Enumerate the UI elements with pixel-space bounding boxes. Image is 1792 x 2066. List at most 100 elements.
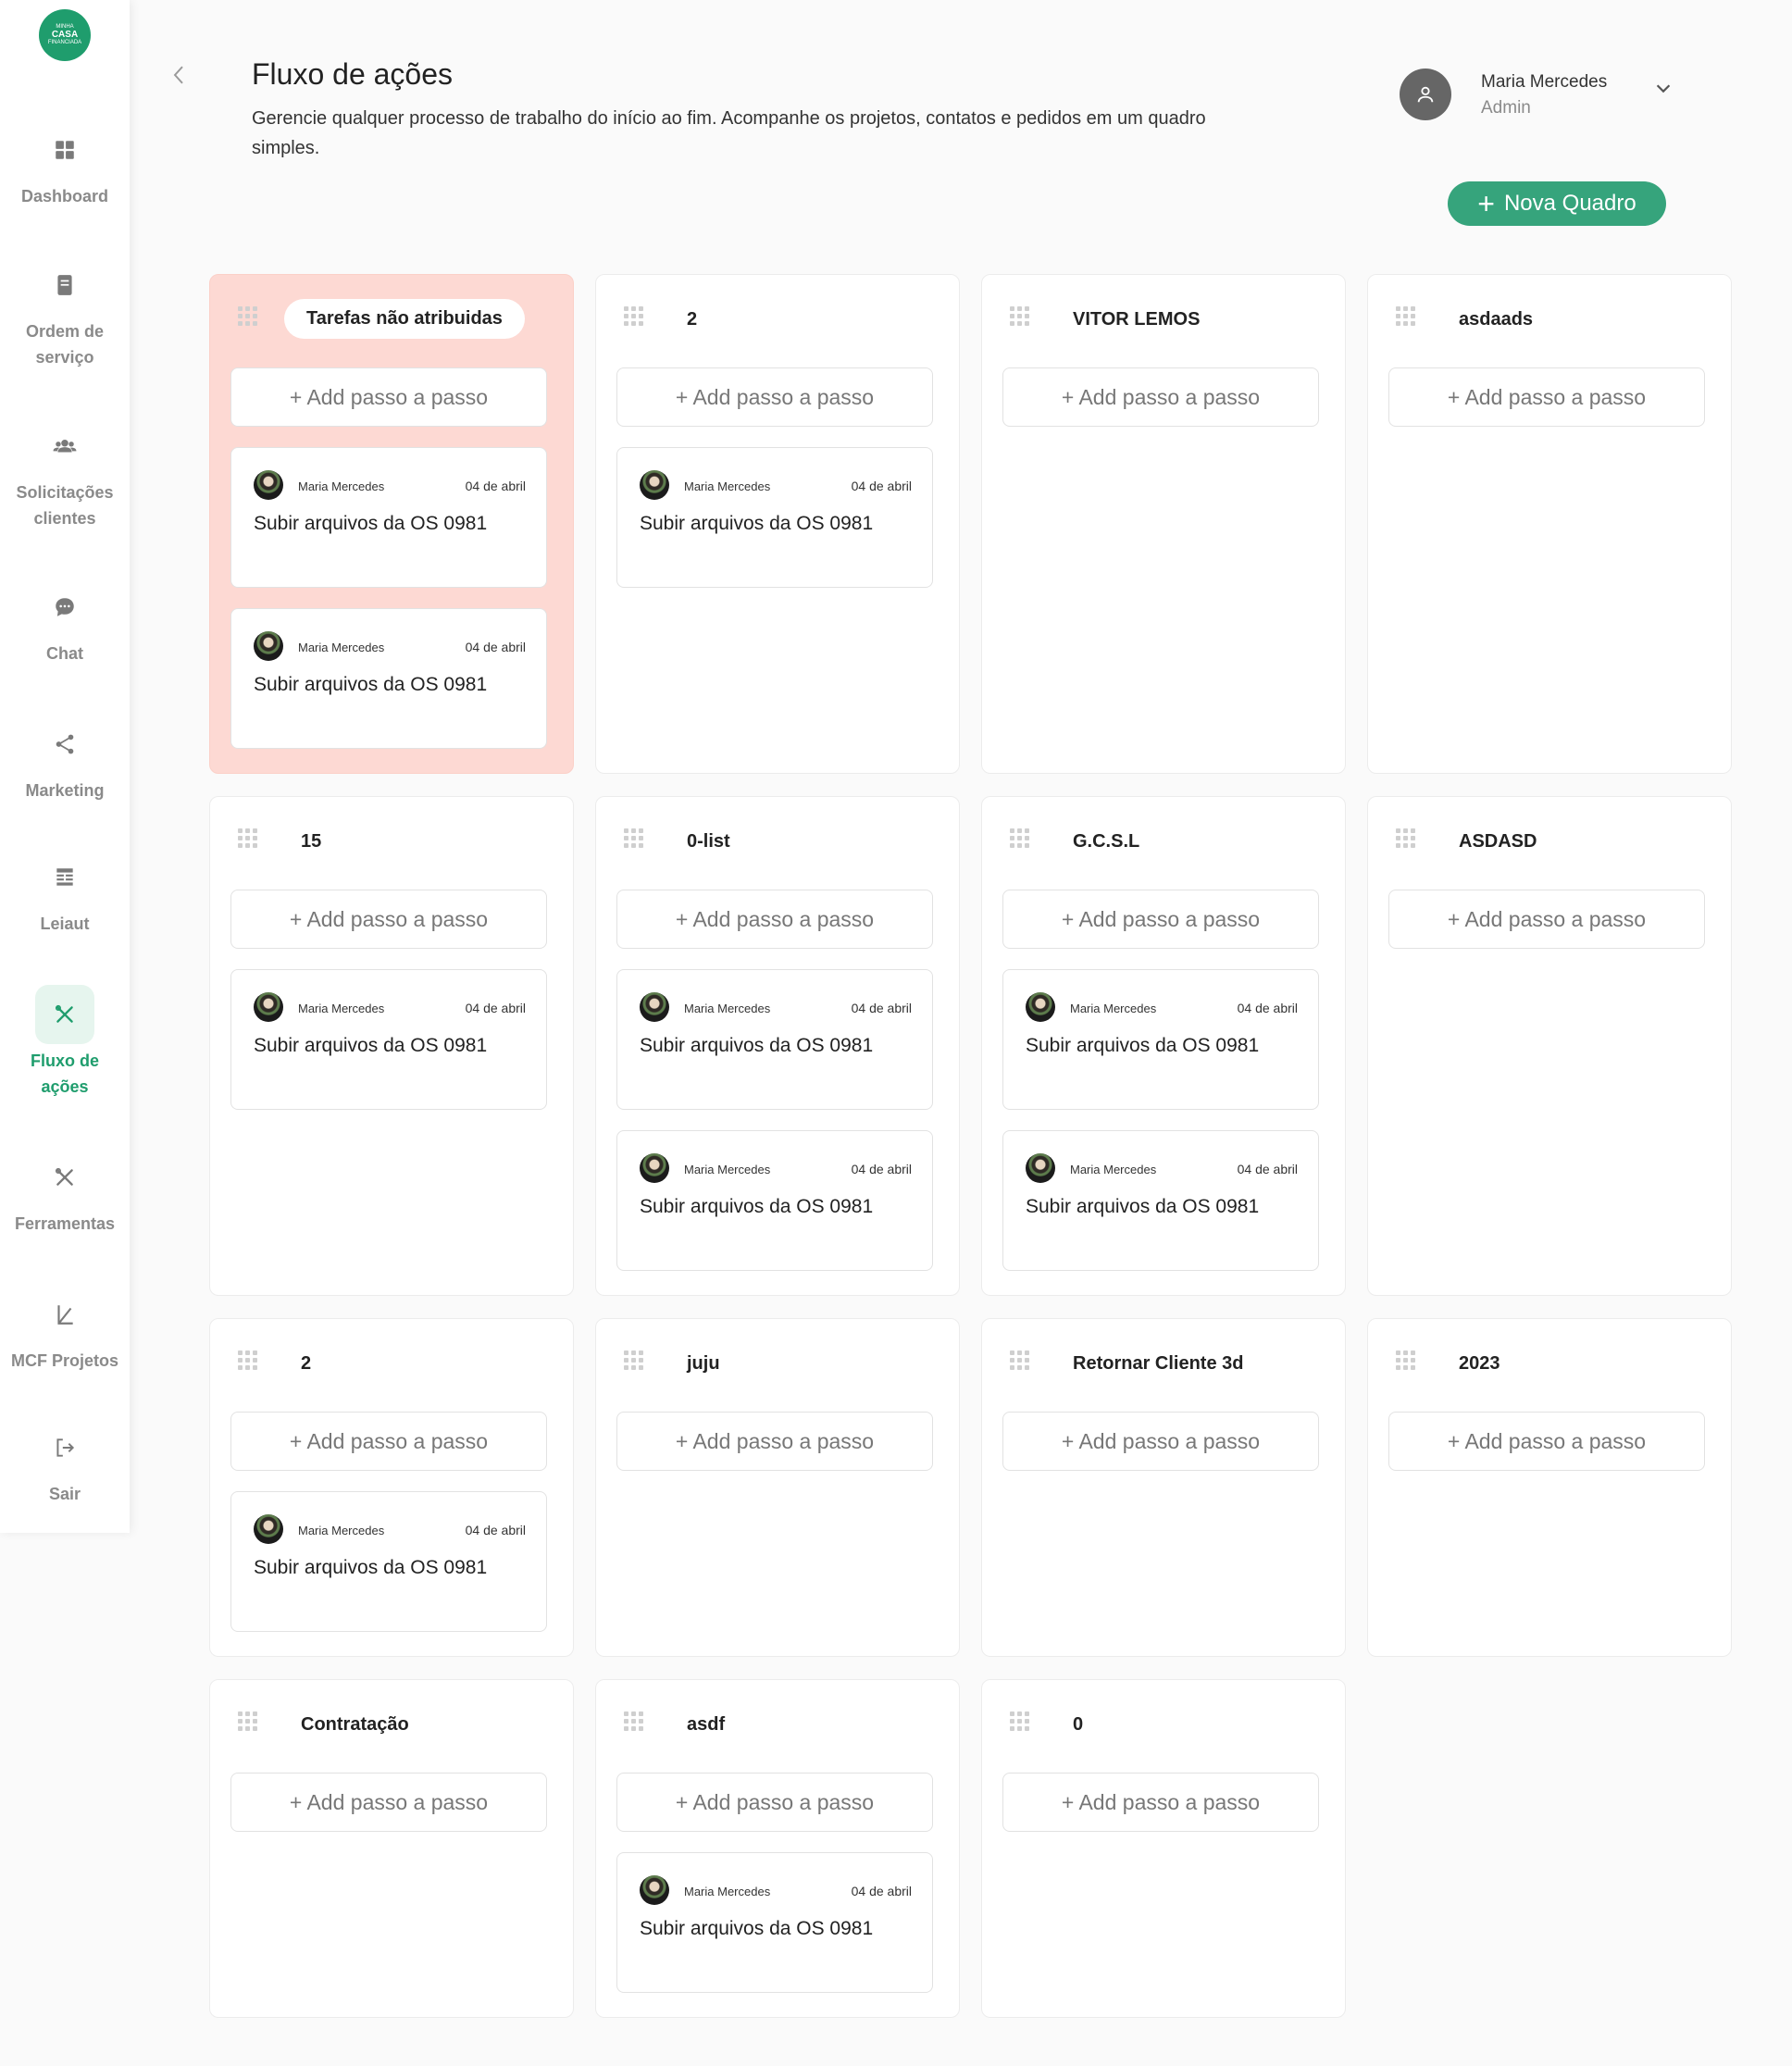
chevron-down-icon[interactable] [1649, 74, 1677, 102]
board-column[interactable]: 2 + Add passo a passo Maria Mercedes 04 de … [595, 274, 960, 774]
tools-icon [35, 985, 94, 1044]
user-menu[interactable]: Maria Mercedes Admin [1400, 67, 1696, 126]
add-step-button[interactable]: + Add passo a passo [616, 1412, 933, 1471]
board-column[interactable]: Retornar Cliente 3d + Add passo a passo [981, 1318, 1346, 1657]
task-date: 04 de abril [465, 479, 526, 493]
board-column[interactable]: 2 + Add passo a passo Maria Mercedes 04 de … [209, 1318, 574, 1657]
drag-handle-icon[interactable] [1010, 1350, 1032, 1373]
brand-logo[interactable]: MINHA CASA FINANCIADA [39, 9, 91, 61]
drag-handle-icon[interactable] [238, 828, 260, 851]
add-step-button[interactable]: + Add passo a passo [230, 1412, 547, 1471]
task-card[interactable]: Maria Mercedes 04 de abril Subir arquivos … [616, 1852, 933, 1993]
board-column[interactable]: ASDASD + Add passo a passo [1367, 796, 1732, 1296]
add-step-button[interactable]: + Add passo a passo [1388, 367, 1705, 427]
task-author: Maria Mercedes [684, 1885, 771, 1898]
drag-handle-icon[interactable] [624, 1711, 646, 1734]
task-date: 04 de abril [1237, 1162, 1298, 1176]
avatar [1026, 1153, 1055, 1183]
column-title[interactable]: 2023 [1459, 1353, 1500, 1375]
sidebar-item-leiaut[interactable]: Leiaut [0, 848, 130, 937]
avatar [1026, 992, 1055, 1022]
add-step-button[interactable]: + Add passo a passo [1388, 1412, 1705, 1471]
sidebar-item-label: Sair [48, 1485, 81, 1503]
add-step-button[interactable]: + Add passo a passo [1002, 890, 1319, 949]
drag-handle-icon[interactable] [238, 1711, 260, 1734]
task-card[interactable]: Maria Mercedes 04 de abril Subir arquivos … [616, 447, 933, 588]
sidebar-item-sair[interactable]: Sair [0, 1418, 130, 1507]
drag-handle-icon[interactable] [1396, 1350, 1418, 1373]
task-card[interactable]: Maria Mercedes 04 de abril Subir arquivos … [230, 608, 547, 749]
column-title[interactable]: VITOR LEMOS [1073, 309, 1200, 330]
drag-handle-icon[interactable] [1396, 828, 1418, 851]
drag-handle-icon[interactable] [1396, 306, 1418, 329]
sidebar-item-dashboard[interactable]: Dashboard [0, 120, 130, 209]
column-header: 0 [982, 1680, 1345, 1769]
add-step-button[interactable]: + Add passo a passo [616, 890, 933, 949]
column-title[interactable]: 0 [1073, 1714, 1083, 1736]
column-title[interactable]: asdaads [1459, 309, 1533, 330]
column-title[interactable]: Contratação [301, 1714, 409, 1736]
board-column[interactable]: G.C.S.L + Add passo a passo Maria Mercedes… [981, 796, 1346, 1296]
board-column[interactable]: juju + Add passo a passo [595, 1318, 960, 1657]
board-column[interactable]: 2023 + Add passo a passo [1367, 1318, 1732, 1657]
column-title[interactable]: Tarefas não atribuidas [284, 299, 525, 339]
column-header: VITOR LEMOS [982, 275, 1345, 364]
add-step-button[interactable]: + Add passo a passo [1002, 1412, 1319, 1471]
column-title[interactable]: asdf [687, 1714, 725, 1736]
add-step-button[interactable]: + Add passo a passo [616, 1773, 933, 1832]
add-step-button[interactable]: + Add passo a passo [230, 890, 547, 949]
column-title[interactable]: Retornar Cliente 3d [1073, 1353, 1243, 1375]
column-title[interactable]: 0-list [687, 831, 730, 853]
column-header: G.C.S.L [982, 797, 1345, 886]
back-button[interactable] [167, 61, 191, 89]
drag-handle-icon[interactable] [238, 1350, 260, 1373]
sidebar-item-ordem-de-servico[interactable]: Ordem de serviço [0, 255, 130, 370]
ruler-icon [35, 1285, 94, 1344]
board-column[interactable]: Contratação + Add passo a passo [209, 1679, 574, 2018]
sidebar-item-mcf-projetos[interactable]: MCF Projetos [0, 1285, 130, 1374]
column-title[interactable]: 2 [301, 1353, 311, 1375]
drag-handle-icon[interactable] [238, 306, 260, 329]
sidebar-item-ferramentas[interactable]: Ferramentas [0, 1148, 130, 1237]
add-step-button[interactable]: + Add passo a passo [1388, 890, 1705, 949]
drag-handle-icon[interactable] [624, 306, 646, 329]
drag-handle-icon[interactable] [1010, 1711, 1032, 1734]
add-step-button[interactable]: + Add passo a passo [1002, 367, 1319, 427]
task-card[interactable]: Maria Mercedes 04 de abril Subir arquivos … [230, 447, 547, 588]
board-column[interactable]: 0-list + Add passo a passo Maria Mercedes 0… [595, 796, 960, 1296]
sidebar-item-marketing[interactable]: Marketing [0, 715, 130, 803]
add-step-button[interactable]: + Add passo a passo [616, 367, 933, 427]
chevron-left-icon [173, 66, 183, 84]
board-column[interactable]: asdaads + Add passo a passo [1367, 274, 1732, 774]
column-title[interactable]: ASDASD [1459, 831, 1537, 853]
board-column[interactable]: VITOR LEMOS + Add passo a passo [981, 274, 1346, 774]
drag-handle-icon[interactable] [624, 1350, 646, 1373]
column-title[interactable]: 15 [301, 831, 321, 853]
task-card[interactable]: Maria Mercedes 04 de abril Subir arquivos … [230, 969, 547, 1110]
column-title[interactable]: G.C.S.L [1073, 831, 1139, 853]
task-card[interactable]: Maria Mercedes 04 de abril Subir arquivos … [1002, 969, 1319, 1110]
new-board-button[interactable]: + Nova Quadro [1448, 181, 1666, 226]
new-board-label: Nova Quadro [1503, 191, 1636, 216]
board-column[interactable]: 15 + Add passo a passo Maria Mercedes 04 de… [209, 796, 574, 1296]
add-step-button[interactable]: + Add passo a passo [1002, 1773, 1319, 1832]
task-card[interactable]: Maria Mercedes 04 de abril Subir arquivos … [230, 1491, 547, 1632]
sidebar-item-chat[interactable]: Chat [0, 578, 130, 666]
add-step-button[interactable]: + Add passo a passo [230, 1773, 547, 1832]
add-step-button[interactable]: + Add passo a passo [230, 367, 547, 427]
task-card[interactable]: Maria Mercedes 04 de abril Subir arquivos … [616, 1130, 933, 1271]
share-icon [35, 715, 94, 774]
drag-handle-icon[interactable] [1010, 828, 1032, 851]
sidebar-item-label: Dashboard [20, 187, 109, 205]
task-card[interactable]: Maria Mercedes 04 de abril Subir arquivos … [1002, 1130, 1319, 1271]
sidebar-item-solicitacoes-clientes[interactable]: Solicitações clientes [0, 417, 130, 531]
task-card[interactable]: Maria Mercedes 04 de abril Subir arquivos … [616, 969, 933, 1110]
board-column[interactable]: asdf + Add passo a passo Maria Mercedes 04 … [595, 1679, 960, 2018]
board-column[interactable]: Tarefas não atribuidas + Add passo a pass… [209, 274, 574, 774]
board-column[interactable]: 0 + Add passo a passo [981, 1679, 1346, 2018]
drag-handle-icon[interactable] [1010, 306, 1032, 329]
sidebar-item-fluxo-de-acoes[interactable]: Fluxo de ações [0, 985, 130, 1100]
column-title[interactable]: 2 [687, 309, 697, 330]
drag-handle-icon[interactable] [624, 828, 646, 851]
column-title[interactable]: juju [687, 1353, 720, 1375]
